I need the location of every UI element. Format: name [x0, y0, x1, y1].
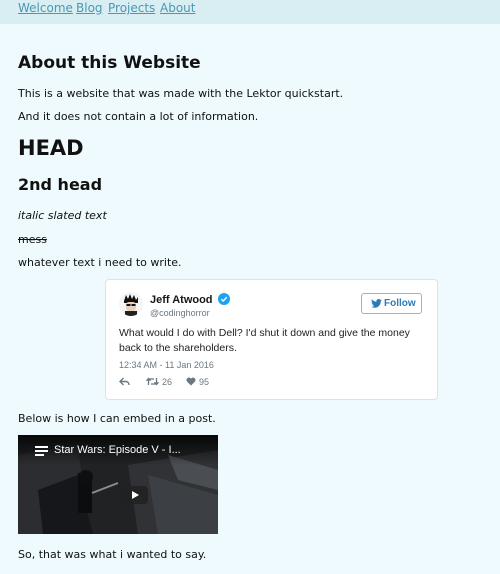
reply-action[interactable] [119, 375, 135, 389]
heading-head: HEAD [18, 136, 84, 160]
nav-link-welcome[interactable]: Welcome [18, 1, 73, 15]
heart-icon [186, 377, 196, 386]
retweet-action[interactable]: 26 [146, 375, 180, 389]
intro-paragraph-2: And it does not contain a lot of informa… [18, 110, 259, 123]
plain-text: whatever text i need to write. [18, 256, 182, 269]
play-button-icon[interactable] [122, 486, 148, 504]
closing-text: So, that was what i wanted to say. [18, 548, 207, 561]
nav-link-projects[interactable]: Projects [108, 1, 155, 15]
twitter-bird-icon [371, 299, 382, 308]
playlist-menu-icon[interactable] [35, 446, 48, 456]
retweet-icon [146, 377, 159, 386]
embed-intro-text: Below is how I can embed in a post. [18, 412, 216, 425]
retweet-count: 26 [162, 377, 173, 387]
embedded-video[interactable]: Star Wars: Episode V - I... [18, 435, 218, 534]
verified-badge-icon [218, 293, 230, 305]
italic-text: italic slated text [18, 209, 107, 222]
follow-button-label: Follow [384, 298, 416, 309]
intro-paragraph-1: This is a website that was made with the… [18, 87, 344, 100]
embedded-tweet[interactable]: Jeff Atwood @codinghorror Follow What wo… [105, 279, 438, 400]
nav-link-about[interactable]: About [160, 1, 195, 15]
page-title: About this Website [18, 53, 201, 73]
tweet-timestamp[interactable]: 12:34 AM - 11 Jan 2016 [119, 360, 214, 370]
video-title[interactable]: Star Wars: Episode V - I... [54, 444, 181, 456]
tweet-author-name[interactable]: Jeff Atwood [150, 294, 213, 306]
author-avatar[interactable] [119, 292, 143, 316]
nav-link-blog[interactable]: Blog [76, 1, 103, 15]
top-nav: Welcome Blog Projects About [0, 0, 500, 24]
heading-2nd-head: 2nd head [18, 175, 103, 194]
reply-icon [119, 377, 130, 386]
strikethrough-text: mess [18, 233, 47, 246]
follow-button[interactable]: Follow [361, 293, 422, 314]
tweet-text: What would I do with Dell? I'd shut it d… [119, 327, 410, 354]
like-action[interactable]: 95 [186, 375, 216, 389]
like-count: 95 [199, 377, 210, 387]
tweet-author-handle[interactable]: @codinghorror [150, 308, 210, 318]
